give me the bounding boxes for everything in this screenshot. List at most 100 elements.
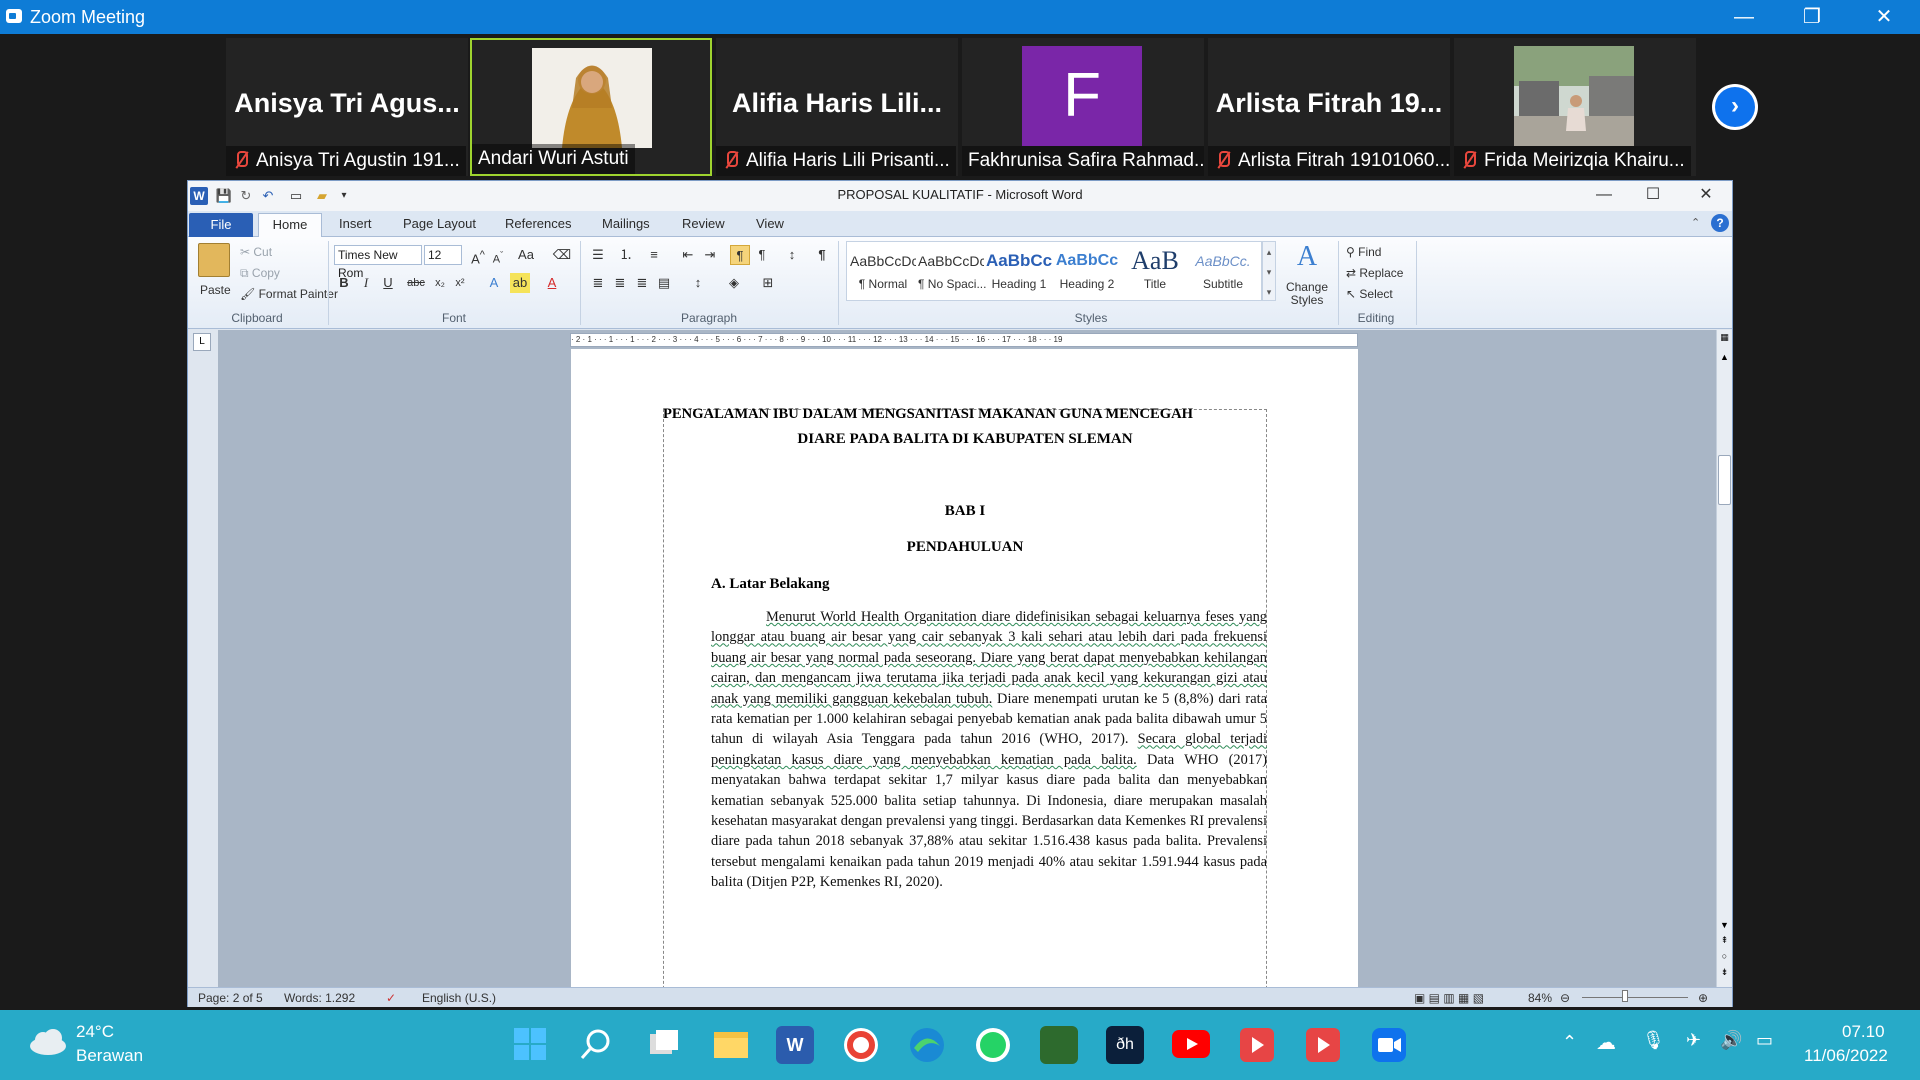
paste-button[interactable]: Paste [200, 283, 231, 297]
next-page-button[interactable]: › [1712, 84, 1758, 130]
network-icon[interactable]: ✈ [1686, 1030, 1701, 1051]
view-buttons[interactable]: ▣ ▤ ▥ ▦ ▧ [1414, 991, 1484, 1005]
paste-icon[interactable] [198, 243, 230, 277]
strikethrough-button[interactable]: abc [406, 273, 426, 293]
show-formatting-icon[interactable]: ¶ [812, 245, 832, 265]
change-case-icon[interactable]: Aa [516, 245, 536, 265]
weather-desc[interactable]: Berawan [76, 1046, 143, 1066]
youtube-icon[interactable] [1172, 1030, 1210, 1058]
superscript-button[interactable]: x² [450, 273, 470, 293]
word-count[interactable]: Words: 1.292 [284, 991, 355, 1005]
chrome-icon[interactable] [842, 1026, 880, 1064]
copy-button[interactable]: ⧉ Copy [240, 266, 280, 281]
participant-tile[interactable]: Frida Meirizqia Khairu... [1454, 38, 1696, 176]
scroll-down-icon[interactable]: ▼ [1718, 920, 1731, 932]
word-app-icon[interactable]: W [776, 1026, 814, 1064]
zoom-slider[interactable] [1582, 997, 1688, 998]
microphone-icon[interactable]: 🎙 [1642, 1030, 1665, 1051]
zoom-app-icon[interactable] [1370, 1026, 1408, 1064]
replace-button[interactable]: ⇄ Replace [1346, 266, 1403, 280]
participant-tile[interactable]: Anisya Tri Agus... Anisya Tri Agustin 19… [226, 38, 468, 176]
help-icon[interactable]: ? [1711, 214, 1729, 232]
font-color-icon[interactable]: A [542, 273, 562, 293]
search-icon[interactable] [578, 1026, 614, 1062]
tab-review[interactable]: Review [682, 215, 725, 237]
edge-icon[interactable] [908, 1026, 946, 1064]
select-button[interactable]: ↖ Select [1346, 287, 1393, 301]
shading-icon[interactable]: ◈ [724, 273, 744, 293]
zoom-slider-thumb[interactable] [1622, 990, 1628, 1002]
align-right-icon[interactable]: ≣ [632, 273, 652, 293]
cut-button[interactable]: ✂ Cut [240, 245, 272, 259]
video-editor-icon[interactable] [1304, 1026, 1342, 1064]
shrink-font-icon[interactable]: Aˇ [488, 245, 508, 266]
video-player-icon[interactable] [1238, 1026, 1276, 1064]
clock-time[interactable]: 07.10 [1842, 1022, 1885, 1042]
subscript-button[interactable]: x₂ [430, 273, 450, 293]
tray-chevron-up-icon[interactable]: ⌃ [1562, 1032, 1577, 1053]
windows-start-icon[interactable] [512, 1026, 548, 1062]
style-no-spacing[interactable]: AaBbCcDc ¶ No Spaci... [918, 245, 986, 299]
align-center-icon[interactable]: ≣ [610, 273, 630, 293]
participant-tile-active[interactable]: Andari Wuri Astuti [470, 38, 712, 176]
minimize-ribbon-icon[interactable]: ⌃ [1691, 216, 1700, 229]
text-effects-icon[interactable]: A [484, 273, 504, 293]
word-minimize-button[interactable]: — [1581, 183, 1627, 207]
tab-home[interactable]: Home [258, 213, 322, 238]
change-styles-button[interactable]: Change Styles [1284, 281, 1330, 307]
app-icon-dh[interactable]: ðh [1106, 1026, 1144, 1064]
rtl-icon[interactable]: ¶ [752, 245, 772, 265]
increase-indent-icon[interactable]: ⇥ [700, 245, 720, 265]
restore-button[interactable]: ❐ [1784, 0, 1840, 34]
style-title[interactable]: AaB Title [1122, 245, 1188, 299]
align-left-icon[interactable]: ≣ [588, 273, 608, 293]
browse-object-icon[interactable]: ○ [1718, 951, 1731, 963]
zoom-out-icon[interactable]: ⊖ [1560, 991, 1570, 1005]
underline-button[interactable]: U [378, 273, 398, 293]
tab-references[interactable]: References [505, 215, 571, 237]
volume-icon[interactable]: 🔊 [1720, 1030, 1742, 1051]
grow-font-icon[interactable]: A^ [468, 245, 488, 266]
app-icon-green[interactable] [1040, 1026, 1078, 1064]
borders-icon[interactable]: ⊞ [758, 273, 778, 293]
participant-tile[interactable]: F Fakhrunisa Safira Rahmad... [962, 38, 1204, 176]
line-spacing-icon[interactable]: ↕ [688, 273, 708, 293]
participant-tile[interactable]: Arlista Fitrah 19... Arlista Fitrah 1910… [1208, 38, 1450, 176]
sort-icon[interactable]: ↕ [782, 245, 802, 265]
horizontal-ruler[interactable]: · 2 · 1 · · · 1 · · · 1 · · · 2 · · · 3 … [570, 333, 1358, 347]
clock-date[interactable]: 11/06/2022 [1804, 1046, 1888, 1066]
vertical-scrollbar[interactable]: ▦ ▲ ▼ ⇞ ○ ⇟ [1716, 330, 1732, 987]
decrease-indent-icon[interactable]: ⇤ [678, 245, 698, 265]
style-heading-1[interactable]: AaBbCc Heading 1 [986, 245, 1052, 299]
multilevel-icon[interactable]: ≡ [644, 245, 664, 265]
page-count[interactable]: Page: 2 of 5 [198, 991, 263, 1005]
tab-view[interactable]: View [756, 215, 784, 237]
ruler-toggle-icon[interactable]: ▦ [1718, 332, 1731, 346]
font-size-combo[interactable]: 12 [424, 245, 462, 265]
italic-button[interactable]: I [356, 273, 376, 293]
close-button[interactable]: ✕ [1856, 0, 1912, 34]
ltr-icon[interactable]: ¶ [730, 245, 750, 265]
language[interactable]: English (U.S.) [422, 991, 496, 1005]
whatsapp-icon[interactable] [974, 1026, 1012, 1064]
justify-icon[interactable]: ▤ [654, 273, 674, 293]
weather-temp[interactable]: 24°C [76, 1022, 114, 1042]
prev-page-icon[interactable]: ⇞ [1718, 935, 1731, 947]
zoom-in-icon[interactable]: ⊕ [1698, 991, 1708, 1005]
participant-tile[interactable]: Alifia Haris Lili... Alifia Haris Lili P… [716, 38, 958, 176]
scroll-up-icon[interactable]: ▲ [1718, 352, 1731, 364]
scrollbar-thumb[interactable] [1718, 455, 1731, 505]
find-button[interactable]: ⚲ Find [1346, 245, 1381, 259]
tab-file[interactable]: File [189, 213, 253, 237]
highlight-icon[interactable]: ab [510, 273, 530, 293]
styles-scroll[interactable]: ▴ ▾ ▾ [1262, 241, 1276, 301]
file-explorer-icon[interactable] [712, 1026, 750, 1062]
minimize-button[interactable]: — [1716, 0, 1772, 34]
tab-mailings[interactable]: Mailings [602, 215, 650, 237]
tab-selector[interactable]: L [193, 333, 211, 351]
style-subtitle[interactable]: AaBbCc. Subtitle [1190, 245, 1256, 299]
numbering-icon[interactable]: ⒈ [616, 245, 636, 265]
proofing-icon[interactable]: ✓ [386, 991, 396, 1005]
format-painter-button[interactable]: 🖌 Format Painter [240, 287, 338, 301]
style-heading-2[interactable]: AaBbCc Heading 2 [1054, 245, 1120, 299]
